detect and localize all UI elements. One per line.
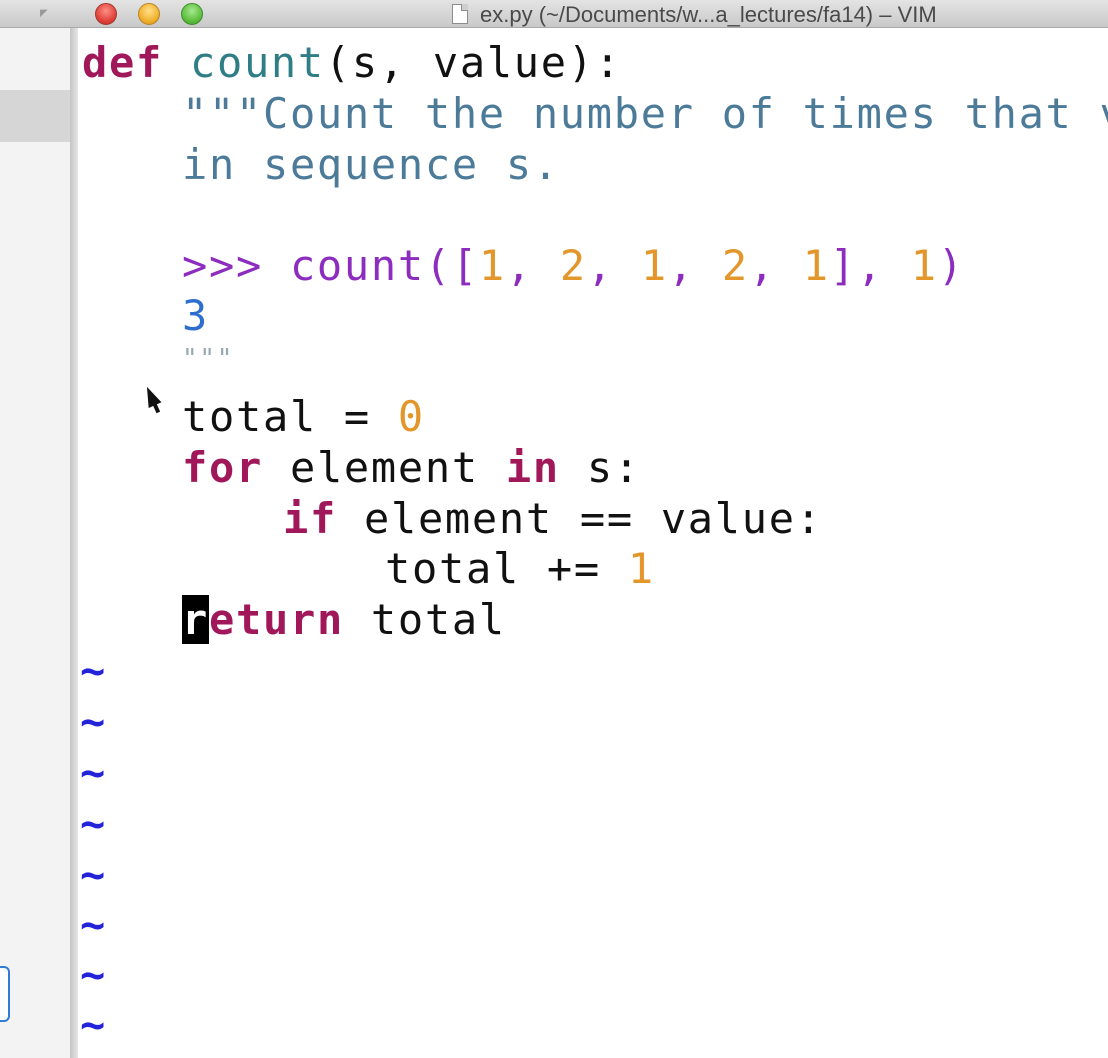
code-line-7: """ [182, 334, 234, 384]
code-line-10: if element == value: [283, 494, 823, 544]
empty-line-tilde: ~ [80, 697, 106, 746]
code-line-1: def count(s, value): [82, 38, 622, 88]
empty-line-tilde: ~ [80, 950, 106, 999]
punct: ], [829, 241, 911, 290]
code-line-12: return total [182, 595, 506, 645]
punct: , [505, 241, 560, 290]
title-bar: ◤ ex.py (~/Documents/w...a_lectures/fa14… [0, 0, 1108, 28]
number: 1 [627, 544, 655, 593]
empty-line-tilde: ~ [80, 900, 106, 949]
code-line-8: total = 0 [182, 392, 425, 442]
number: 2 [721, 241, 749, 290]
background-sidebar[interactable] [0, 28, 70, 1058]
docstring-close: """ [182, 344, 235, 374]
number: 0 [397, 392, 425, 441]
keyword-for: for [182, 443, 263, 492]
punct: , [748, 241, 803, 290]
code-line-11: total += 1 [385, 544, 655, 594]
doctest-prompt: >>> count([ [182, 241, 479, 290]
window-title: ex.py (~/Documents/w...a_lectures/fa14) … [480, 2, 937, 27]
doctest-output: 3 [182, 291, 209, 340]
function-signature: (s, value): [324, 38, 622, 87]
punct: , [667, 241, 722, 290]
empty-line-tilde: ~ [80, 799, 106, 848]
window-edge [70, 28, 78, 1058]
number: 1 [478, 241, 506, 290]
condition: element == value: [336, 494, 823, 543]
empty-line-tilde: ~ [80, 850, 106, 899]
number: 1 [802, 241, 830, 290]
empty-line-tilde: ~ [80, 748, 106, 797]
sidebar-button[interactable] [0, 966, 10, 1022]
loop-variable: element [262, 443, 506, 492]
document-icon [452, 4, 468, 24]
punct: , [586, 241, 641, 290]
number: 1 [640, 241, 668, 290]
keyword-if: if [283, 494, 337, 543]
punct: ) [937, 241, 965, 290]
function-name: count [189, 38, 325, 87]
keyword-return: eturn [209, 595, 344, 644]
docstring-line: in sequence s. [182, 140, 560, 189]
empty-line-tilde: ~ [80, 1000, 106, 1049]
code-line-3: in sequence s. [182, 140, 560, 190]
resize-grip-icon[interactable]: ◤ [40, 8, 54, 20]
text-cursor[interactable]: r [182, 595, 209, 644]
assignment: total = [182, 392, 398, 441]
return-value: total [343, 595, 506, 644]
code-line-5: >>> count([1, 2, 1, 2, 1], 1) [182, 241, 965, 291]
zoom-button[interactable] [181, 3, 203, 25]
number: 1 [910, 241, 938, 290]
empty-line-tilde: ~ [80, 646, 106, 695]
docstring-line: """Count the number of times that val [182, 89, 1108, 138]
code-line-2: """Count the number of times that val [182, 89, 1108, 139]
keyword-in: in [505, 443, 560, 492]
sidebar-selected-row[interactable] [0, 90, 70, 142]
minimize-button[interactable] [138, 3, 160, 25]
close-button[interactable] [95, 3, 117, 25]
increment: total += [385, 544, 628, 593]
number: 2 [559, 241, 587, 290]
vim-editor[interactable]: def count(s, value): """Count the number… [78, 28, 1108, 1058]
loop-target: s: [559, 443, 641, 492]
code-line-9: for element in s: [182, 443, 641, 493]
keyword-def: def [82, 38, 163, 87]
